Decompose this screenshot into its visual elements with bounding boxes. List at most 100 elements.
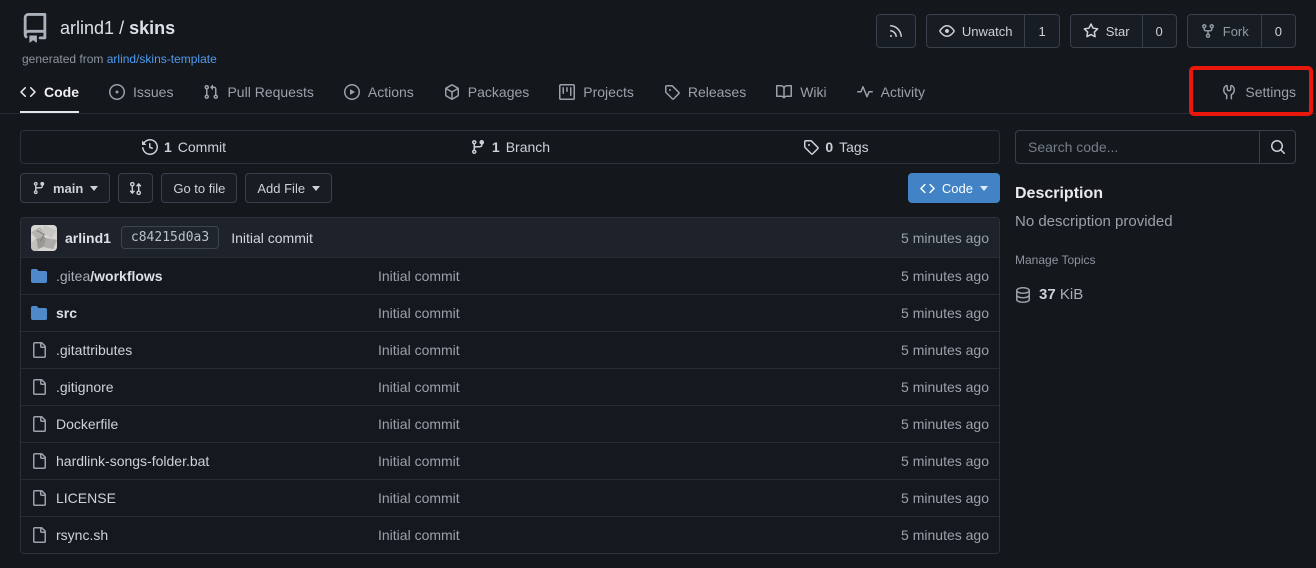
entry-age: 5 minutes ago: [901, 453, 989, 469]
entry-link[interactable]: .gitattributes: [56, 342, 132, 358]
star-button[interactable]: Star: [1071, 15, 1142, 47]
template-repo-link[interactable]: arlind/skins-template: [107, 52, 217, 66]
commit-author-link[interactable]: arlind1: [65, 230, 111, 246]
repo-title: arlind1 / skins: [60, 18, 175, 39]
tab-wiki[interactable]: Wiki: [776, 73, 826, 113]
repo-title-separator: /: [119, 18, 129, 38]
tag-icon: [803, 139, 819, 155]
fork-label: Fork: [1223, 24, 1249, 39]
branch-icon: [32, 181, 46, 195]
commit-message-link[interactable]: Initial commit: [231, 230, 313, 246]
entry-name: src: [56, 305, 77, 321]
add-file-label: Add File: [257, 181, 305, 196]
repo-size-unit: KiB: [1060, 286, 1083, 303]
search-button[interactable]: [1259, 131, 1295, 163]
star-label: Star: [1106, 24, 1130, 39]
entry-commit-message[interactable]: Initial commit: [378, 342, 460, 358]
stars-count[interactable]: 0: [1142, 15, 1176, 47]
entry-commit-message[interactable]: Initial commit: [378, 527, 460, 543]
tab-actions[interactable]: Actions: [344, 73, 414, 113]
commits-label: Commit: [178, 139, 226, 155]
rss-icon: [888, 23, 904, 39]
table-row: src Initial commit 5 minutes ago: [21, 294, 999, 331]
generated-from-line: generated from arlind/skins-template: [22, 52, 217, 66]
entry-age: 5 minutes ago: [901, 490, 989, 506]
entry-path-prefix: .gitea: [56, 268, 90, 284]
entry-commit-message[interactable]: Initial commit: [378, 416, 460, 432]
tab-code[interactable]: Code: [20, 73, 79, 113]
table-row: rsync.sh Initial commit 5 minutes ago: [21, 516, 999, 553]
entry-link[interactable]: Dockerfile: [56, 416, 118, 432]
tab-packages[interactable]: Packages: [444, 73, 529, 113]
compare-button[interactable]: [118, 173, 153, 203]
tag-icon: [664, 84, 680, 100]
watch-button-group: Unwatch 1: [926, 14, 1060, 48]
tab-pull-requests[interactable]: Pull Requests: [203, 73, 313, 113]
unwatch-label: Unwatch: [962, 24, 1013, 39]
chevron-down-icon: [980, 186, 988, 191]
watchers-count[interactable]: 1: [1024, 15, 1058, 47]
unwatch-button[interactable]: Unwatch: [927, 15, 1025, 47]
generated-from-label: generated from: [22, 52, 103, 66]
branches-stat[interactable]: 1 Branch: [347, 139, 673, 155]
entry-age: 5 minutes ago: [901, 342, 989, 358]
manage-topics-link[interactable]: Manage Topics: [1015, 253, 1096, 267]
main-content: 1 Commit 1 Branch 0 Tags main: [0, 114, 1316, 554]
repo-browser-column: 1 Commit 1 Branch 0 Tags main: [20, 130, 1000, 554]
rss-button[interactable]: [876, 14, 916, 48]
add-file-button[interactable]: Add File: [245, 173, 332, 203]
star-icon: [1083, 23, 1099, 39]
description-empty-text: No description provided: [1015, 213, 1296, 230]
git-compare-icon: [128, 181, 143, 196]
table-row: LICENSE Initial commit 5 minutes ago: [21, 479, 999, 516]
tab-releases[interactable]: Releases: [664, 73, 746, 113]
go-to-file-button[interactable]: Go to file: [161, 173, 237, 203]
entry-commit-message[interactable]: Initial commit: [378, 453, 460, 469]
repo-icon: [20, 13, 50, 43]
entry-name: /workflows: [90, 268, 162, 284]
branch-selector[interactable]: main: [20, 173, 110, 203]
tags-count: 0: [825, 139, 833, 155]
entry-commit-message[interactable]: Initial commit: [378, 490, 460, 506]
entry-link[interactable]: hardlink-songs-folder.bat: [56, 453, 209, 469]
entry-commit-message[interactable]: Initial commit: [378, 379, 460, 395]
tab-label: Activity: [881, 84, 925, 100]
current-branch-label: main: [53, 181, 83, 196]
entry-link[interactable]: rsync.sh: [56, 527, 108, 543]
pull-request-icon: [203, 84, 219, 100]
table-row: Dockerfile Initial commit 5 minutes ago: [21, 405, 999, 442]
folder-icon: [31, 268, 47, 284]
repo-size-value: 37: [1039, 286, 1056, 303]
repo-name-link[interactable]: skins: [129, 18, 175, 38]
commit-hash-badge[interactable]: c84215d0a3: [121, 226, 219, 249]
code-search-box: [1015, 130, 1296, 164]
tab-label: Pull Requests: [227, 84, 313, 100]
entry-commit-message[interactable]: Initial commit: [378, 268, 460, 284]
tags-stat[interactable]: 0 Tags: [673, 139, 999, 155]
branches-count: 1: [492, 139, 500, 155]
repo-action-buttons: Unwatch 1 Star 0 Fork 0: [876, 14, 1296, 48]
entry-link[interactable]: src: [56, 305, 77, 321]
tab-activity[interactable]: Activity: [857, 73, 925, 113]
tab-settings[interactable]: Settings: [1221, 73, 1296, 113]
repo-title-block: arlind1 / skins generated from arlind/sk…: [20, 13, 217, 66]
tab-issues[interactable]: Issues: [109, 73, 173, 113]
fork-button-group: Fork 0: [1187, 14, 1296, 48]
entry-link[interactable]: .gitea/workflows: [56, 268, 163, 284]
book-icon: [776, 84, 792, 100]
fork-button[interactable]: Fork: [1188, 15, 1261, 47]
repo-owner-link[interactable]: arlind1: [60, 18, 114, 38]
commits-stat[interactable]: 1 Commit: [21, 139, 347, 155]
star-button-group: Star 0: [1070, 14, 1177, 48]
search-input[interactable]: [1016, 131, 1259, 163]
branches-label: Branch: [506, 139, 550, 155]
repo-size: 37 KiB: [1015, 286, 1296, 303]
forks-count[interactable]: 0: [1261, 15, 1295, 47]
code-download-button[interactable]: Code: [908, 173, 1000, 203]
tab-label: Actions: [368, 84, 414, 100]
avatar[interactable]: [31, 225, 57, 251]
entry-link[interactable]: .gitignore: [56, 379, 114, 395]
tab-projects[interactable]: Projects: [559, 73, 634, 113]
entry-link[interactable]: LICENSE: [56, 490, 116, 506]
entry-commit-message[interactable]: Initial commit: [378, 305, 460, 321]
